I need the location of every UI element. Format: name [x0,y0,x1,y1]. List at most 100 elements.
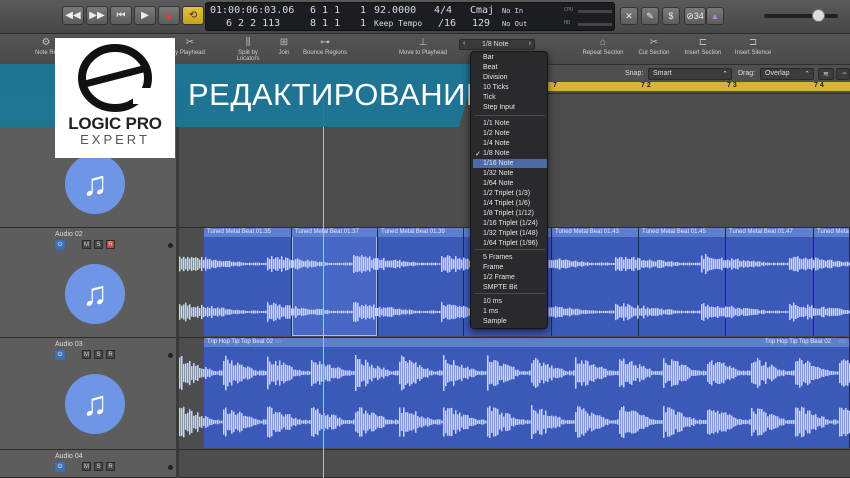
tuner-button[interactable]: ✕ [620,7,638,25]
division-menu-item[interactable]: 1/16 Triplet (1/24) [483,220,538,227]
record-enable-button[interactable]: R [106,350,115,359]
division-menu-item[interactable]: Beat [483,64,497,71]
division-menu-item[interactable]: 10 ms [483,298,502,305]
division-menu-item[interactable]: 1/4 Note [483,140,509,147]
track-header-audio-03[interactable]: Audio 03 ⏻ M S R ♫ [0,338,176,450]
move-to-playhead-tool[interactable]: ⊥ Move to Playhead [396,37,450,56]
division-menu-item[interactable]: 1 ms [483,308,498,315]
waveform-sample [641,308,643,316]
waveform-sample [819,418,821,426]
banner-title: РЕДАКТИРОВАНИЕ [188,77,488,112]
waveform-sample [595,366,597,380]
drag-select[interactable]: Overlap ⌃ [760,68,814,80]
lcd-display[interactable]: 01:00:06:03.06 6 2 2 113 6 1 1 1 8 1 1 1… [205,2,615,31]
waveform-sample [419,417,421,427]
division-menu-item[interactable]: 1/4 Triplet (1/6) [483,200,530,207]
pencil-tool-button[interactable]: ✎ [641,7,659,25]
division-menu-item[interactable]: Step Input [483,104,515,111]
division-menu-item[interactable]: 1/32 Triplet (1/48) [483,230,538,237]
snap-select[interactable]: Smart ⌃ [648,68,732,80]
waveform-sample [731,305,733,319]
rewind-button[interactable]: ◀◀ [62,6,84,25]
insert-section-tool[interactable]: ⊏ Insert Section [680,37,726,56]
go-to-start-button[interactable]: ⏮ [110,6,132,25]
mute-button[interactable]: M [82,462,91,471]
power-icon[interactable]: ⏻ [55,350,65,360]
division-menu-item[interactable]: 10 Ticks [483,84,509,91]
division-menu-item[interactable]: 1/16 Note [483,160,513,167]
waveform-sample [447,255,449,273]
waveform-sample [199,259,201,269]
waveform-sample [397,370,399,376]
waveform-sample [275,257,277,271]
track-header-audio-02[interactable]: Audio 02 ⏻ M S R ♫ [0,228,176,338]
waveform-sample [675,414,677,430]
waveform-zoom-button[interactable]: ≋ [818,68,834,80]
dollar-button[interactable]: $ [662,7,680,25]
track-lane-audio-04[interactable] [179,450,850,478]
solo-button[interactable]: S [94,240,103,249]
solo-button[interactable]: S [94,462,103,471]
division-menu-item[interactable]: 1/2 Frame [483,274,515,281]
split-by-locators-tool[interactable]: ⫼ Split by Locators [226,37,270,62]
division-menu-item[interactable]: 1/64 Triplet (1/96) [483,240,538,247]
tuner-icon: ✕ [625,10,633,21]
division-menu-item[interactable]: 1/2 Note [483,130,509,137]
volume-knob[interactable] [812,9,825,22]
by-playhead-tool[interactable]: ✂ y Playhead [170,37,210,56]
bounce-regions-tool[interactable]: ⊶ Bounce Regions [300,37,350,56]
lcd-time: 01:00:06:03.06 [210,5,295,16]
waveform-sample [251,263,253,265]
counter-badge[interactable]: ⊘34 [684,7,706,25]
insert-silence-tool[interactable]: ⊐ Insert Silence [730,37,776,56]
waveform-sample [609,310,611,314]
track-header-audio-04[interactable]: Audio 04 ⏻ M S R [0,450,176,478]
division-menu-item[interactable]: Sample [483,318,507,325]
playhead[interactable] [323,94,324,478]
division-menu-item[interactable]: 1/2 Triplet (1/3) [483,190,530,197]
forward-button[interactable]: ▶▶ [86,6,108,25]
metronome-button[interactable]: ▲ [706,7,724,25]
division-menu[interactable]: Bar Beat Division 10 Ticks Tick Step Input 1/1… [470,51,548,329]
record-enable-button[interactable]: R [106,240,115,249]
master-volume-slider[interactable] [764,9,838,22]
division-menu-item[interactable]: 1/32 Note [483,170,513,177]
chevron-right-icon[interactable]: › [529,40,531,47]
waveform-sample [729,306,731,318]
track-lane-audio-03[interactable]: Trip Hop Tip Top Beat 02 ◌◌ Trip Hop Tip … [179,338,850,450]
fit-button[interactable]: ⇔ [836,68,850,80]
division-menu-item[interactable]: Division [483,74,508,81]
division-menu-item[interactable]: Tick [483,94,496,101]
join-tool[interactable]: ⊞ Join [272,37,296,56]
division-selector[interactable]: ‹ 1/8 Note › [459,39,535,50]
division-menu-item[interactable]: 5 Frames [483,254,513,261]
waveform-sample [303,261,305,267]
division-menu-item[interactable]: Frame [483,264,503,271]
division-menu-item[interactable]: 1/8 Triplet (1/12) [483,210,534,217]
solo-button[interactable]: S [94,350,103,359]
play-button[interactable]: ▶ [134,6,156,25]
mute-button[interactable]: M [82,240,91,249]
chevron-left-icon[interactable]: ‹ [463,40,465,47]
waveform-sample [629,258,631,270]
record-button[interactable]: ● [158,6,180,25]
record-enable-button[interactable]: R [106,462,115,471]
division-menu-item[interactable]: Bar [483,54,494,61]
division-menu-item[interactable]: 1/64 Note [483,180,513,187]
waveform-sample [271,304,273,320]
lcd-bar-bottom: 8 1 1 [310,18,341,29]
repeat-section-tool[interactable]: ⌂ Repeat Section [580,37,626,56]
division-menu-item[interactable]: 1/1 Note [483,120,509,127]
mute-button[interactable]: M [82,350,91,359]
division-menu-item[interactable]: SMPTE Bit [483,284,517,291]
waveform-sample [183,256,185,272]
waveform-sample [267,407,269,437]
power-icon[interactable]: ⏻ [55,240,65,250]
division-menu-item[interactable]: 1/8 Note [483,150,509,157]
waveform-sample [575,260,577,268]
waveform-sample [317,364,319,382]
cut-section-tool[interactable]: ✂ Cut Section [634,37,674,56]
power-icon[interactable]: ⏻ [55,462,65,472]
cycle-button[interactable]: ⟲ [182,6,204,25]
waveform-sample [337,367,339,379]
